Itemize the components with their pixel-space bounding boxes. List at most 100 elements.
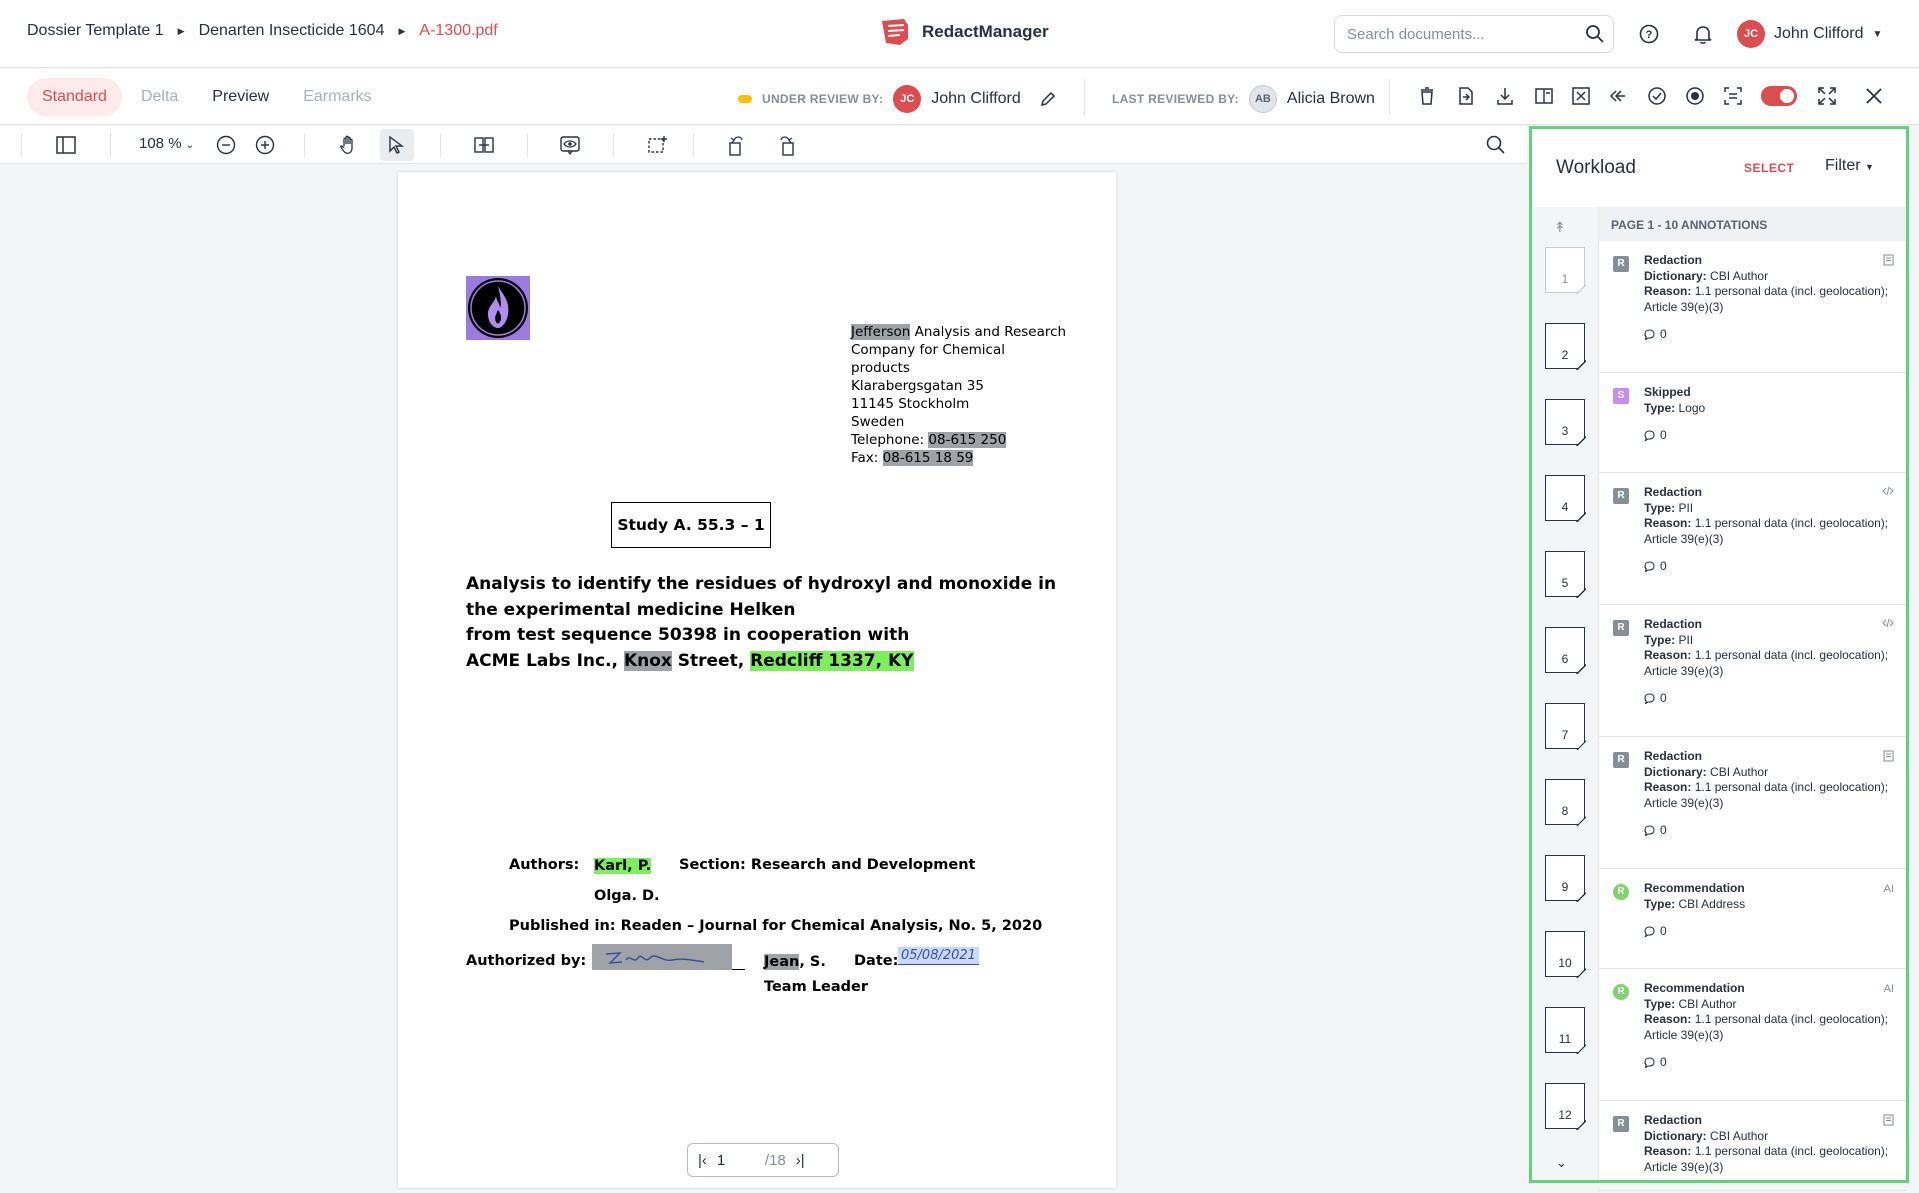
redacted-fax[interactable]: 08-615 18 59 [882, 450, 974, 466]
annotation-card[interactable]: S Skipped Type: Logo 0 [1599, 373, 1906, 473]
undo-all-icon[interactable] [1607, 85, 1629, 107]
annotation-card[interactable]: R Redaction Dictionary: CBI Author Reason: … [1599, 241, 1906, 373]
search-input[interactable] [1334, 15, 1614, 53]
help-icon[interactable]: ? [1638, 23, 1660, 45]
address-line-1: Jefferson Analysis and Research [851, 323, 1066, 341]
page-thumbnail[interactable]: 4 [1545, 475, 1586, 522]
notifications-bell-icon[interactable] [1692, 23, 1714, 45]
filter-dropdown[interactable]: Filter ▼ [1825, 157, 1874, 175]
comments-count[interactable]: 0 [1644, 1055, 1894, 1071]
select-cursor-icon[interactable] [386, 134, 408, 156]
zoom-select[interactable]: 108 % ⌄ [139, 135, 194, 152]
breadcrumb-item-current-file[interactable]: A-1300.pdf [419, 22, 497, 40]
page-thumbnail[interactable]: 8 [1545, 779, 1586, 826]
compare-pages-icon[interactable] [473, 134, 495, 156]
annotation-card[interactable]: R Redaction Dictionary: CBI Author Reason: … [1599, 737, 1906, 869]
annotation-card[interactable]: R Redaction Type: PII Reason: 1.1 personal … [1599, 605, 1906, 737]
redacted-street[interactable]: Knox [623, 650, 672, 671]
tab-earmarks[interactable]: Earmarks [288, 78, 386, 116]
workload-header: Workload SELECT Filter ▼ [1532, 129, 1906, 207]
page-thumbnail[interactable]: 3 [1545, 399, 1586, 446]
breadcrumb-item-dossier-template[interactable]: Dossier Template 1 [27, 22, 164, 40]
app-logo[interactable]: RedactManager [878, 17, 1049, 47]
annotation-card[interactable]: R Redaction Type: PII Reason: 1.1 personal … [1599, 473, 1906, 605]
page-thumbnail[interactable]: 2 [1545, 323, 1586, 370]
annotation-key: Type: [1644, 896, 1676, 911]
redaction-preview-toggle[interactable] [1761, 86, 1797, 106]
company-logo-image[interactable] [466, 276, 530, 340]
last-page-icon[interactable]: ›| [796, 1152, 805, 1169]
pan-hand-icon[interactable] [337, 134, 359, 156]
comment-count-value: 0 [1660, 1055, 1667, 1069]
delete-icon[interactable] [1416, 85, 1438, 107]
search-icon[interactable] [1585, 24, 1605, 44]
comments-count[interactable]: 0 [1644, 691, 1894, 707]
preview-eye-icon[interactable] [559, 134, 581, 156]
annotation-card[interactable]: R Redaction Dictionary: CBI Author Reason: … [1599, 1101, 1906, 1191]
close-icon[interactable] [1863, 85, 1885, 107]
comments-count[interactable]: 0 [1644, 559, 1894, 575]
edit-pencil-icon[interactable] [1039, 90, 1057, 108]
download-icon[interactable] [1494, 85, 1516, 107]
recommended-address[interactable]: Redcliff 1337, KY [750, 650, 914, 671]
breadcrumb-arrow-icon: ▶ [398, 25, 406, 36]
title-line-4-mid: Street, [671, 650, 751, 671]
approve-check-icon[interactable] [1646, 85, 1668, 107]
fullscreen-icon[interactable] [1816, 85, 1838, 107]
scroll-down-icon[interactable]: ⌄ [1556, 1155, 1567, 1171]
annotation-value: PII [1678, 500, 1694, 515]
handwritten-date[interactable]: 05/08/2021 [898, 947, 979, 965]
annotation-type-badge: R [1613, 488, 1629, 504]
address-line-3: products [851, 360, 910, 376]
breadcrumb-item-dossier[interactable]: Denarten Insecticide 1604 [199, 22, 385, 40]
user-menu[interactable]: JC John Clifford ▼ [1737, 20, 1882, 48]
annotation-title: Recommendation [1644, 981, 1745, 995]
page-thumbnail[interactable]: 5 [1545, 551, 1586, 598]
page-thumbnail[interactable]: 12 [1545, 1083, 1586, 1130]
record-icon[interactable] [1684, 85, 1706, 107]
zoom-out-icon[interactable] [215, 134, 237, 156]
redacted-telephone[interactable]: 08-615 250 [928, 432, 1007, 448]
zoom-in-icon[interactable] [254, 134, 276, 156]
rectangle-select-icon[interactable] [646, 134, 668, 156]
page-thumbnail[interactable]: 9 [1545, 855, 1586, 902]
document-viewer[interactable]: Jefferson Analysis and Research Company … [0, 165, 1527, 1193]
first-page-icon[interactable]: |‹ [698, 1152, 707, 1169]
comments-count[interactable]: 0 [1644, 428, 1894, 444]
rotate-left-icon[interactable] [725, 134, 747, 156]
tab-delta[interactable]: Delta [126, 78, 193, 116]
scroll-to-top-icon[interactable]: ↟ [1554, 219, 1566, 236]
dictionary-icon [1883, 1114, 1894, 1126]
reason-label: Reason: [1644, 780, 1692, 794]
recommended-author-name[interactable]: Karl, P. [594, 858, 652, 874]
page-thumbnail[interactable]: 11 [1545, 1007, 1586, 1054]
rotate-right-icon[interactable] [776, 134, 798, 156]
import-file-icon[interactable] [1455, 85, 1477, 107]
reason-label: Reason: [1644, 1012, 1692, 1026]
search-document-icon[interactable] [1485, 134, 1507, 156]
page-thumbnail[interactable]: 10 [1545, 931, 1586, 978]
annotation-card[interactable]: R Recommendation Type: CBI Address 0 AI [1599, 869, 1906, 969]
signature-scribble-icon [605, 952, 705, 964]
exclude-pages-icon[interactable] [1570, 85, 1592, 107]
pdf-page[interactable]: Jefferson Analysis and Research Company … [398, 172, 1116, 1188]
redacted-signer-name[interactable]: Jean [764, 954, 800, 970]
comments-count[interactable]: 0 [1644, 823, 1894, 839]
annotation-card[interactable]: R Recommendation Type: CBI Author Reason: 1… [1599, 969, 1906, 1101]
annotation-type-badge: R [1613, 1116, 1629, 1132]
split-view-icon[interactable] [1533, 85, 1555, 107]
tab-standard[interactable]: Standard [27, 78, 122, 116]
ocr-scan-icon[interactable] [1722, 85, 1744, 107]
select-button[interactable]: SELECT [1744, 161, 1794, 175]
page-thumbnail[interactable]: 7 [1545, 703, 1586, 750]
page-thumbnail[interactable]: 1 [1545, 247, 1586, 294]
page-thumbnail[interactable]: 6 [1545, 627, 1586, 674]
comments-count[interactable]: 0 [1644, 924, 1894, 940]
breadcrumb-arrow-icon: ▶ [177, 25, 185, 36]
toggle-sidebar-icon[interactable] [55, 134, 77, 156]
page-number-input[interactable]: 1 [717, 1152, 755, 1169]
comments-count[interactable]: 0 [1644, 327, 1894, 343]
redacted-company-name[interactable]: Jefferson [851, 324, 911, 340]
redacted-signature[interactable] [592, 944, 732, 970]
tab-preview[interactable]: Preview [197, 78, 284, 116]
